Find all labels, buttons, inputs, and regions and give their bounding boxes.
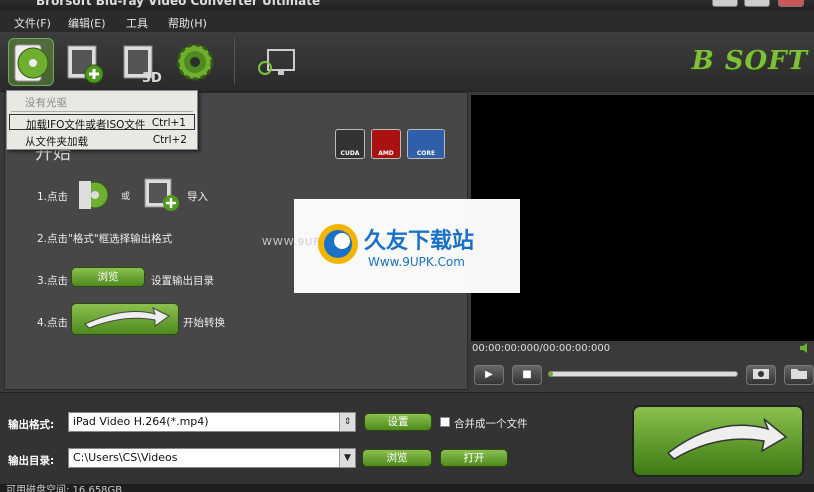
film-arrow-icon xyxy=(84,307,170,329)
film-add-icon xyxy=(67,45,104,84)
load-disc-button[interactable] xyxy=(8,38,54,86)
dropdown-separator xyxy=(11,111,193,112)
step4-suffix: 开始转换 xyxy=(183,317,225,329)
menu-bar: 文件(F) 编辑(E) 工具 帮助(H) xyxy=(0,10,814,32)
disc-icon xyxy=(14,44,49,82)
brand-logo: B SOFT xyxy=(691,46,808,76)
menu-help[interactable]: 帮助(H) xyxy=(168,15,207,31)
timecode: 00:00:00:000/00:00:00:000 xyxy=(472,343,611,354)
menu-item-load-ifo-iso[interactable]: 加载IFO文件或者ISO文件 Ctrl+1 xyxy=(9,114,195,131)
step1-film-add-icon[interactable] xyxy=(143,177,183,213)
monitor-icon xyxy=(258,49,295,75)
format-value: iPad Video H.264(*.mp4) xyxy=(73,415,209,428)
merge-label: 合并成一个文件 xyxy=(454,418,528,430)
dropdown-header: 没有光驱 xyxy=(25,97,67,109)
menu-tools[interactable]: 工具 xyxy=(126,15,148,31)
dir-value: C:\Users\CS\Videos xyxy=(73,451,178,464)
watermark-logo-icon xyxy=(318,224,358,264)
dir-select[interactable]: C:\Users\CS\Videos ▼ xyxy=(68,448,356,468)
toolbar: 3D B SOFT xyxy=(0,32,814,92)
close-button[interactable] xyxy=(778,0,804,7)
step1-or: 或 xyxy=(121,192,131,202)
chevron-down-icon: ▼ xyxy=(339,449,355,467)
step3-browse-button[interactable]: 浏览 xyxy=(71,267,145,287)
menu-file[interactable]: 文件(F) xyxy=(14,15,51,31)
play-button[interactable]: ▶ xyxy=(474,365,504,385)
add-3d-button[interactable]: 3D xyxy=(118,38,164,86)
svg-text:3D: 3D xyxy=(142,71,162,86)
folder-icon xyxy=(791,369,807,379)
browse-button[interactable]: 浏览 xyxy=(362,449,432,467)
step1-prefix: 1.点击 xyxy=(37,191,69,203)
amd-label: AMD xyxy=(378,150,394,157)
stop-button[interactable]: ■ xyxy=(512,365,542,385)
menu-item-load-folder[interactable]: 从文件夹加载 Ctrl+2 xyxy=(9,132,195,148)
output-panel: 输出格式: iPad Video H.264(*.mp4) ⇕ 设置 合并成一个… xyxy=(0,392,814,484)
open-button[interactable]: 打开 xyxy=(440,449,508,467)
network-button[interactable] xyxy=(254,38,300,86)
disk-space: 可用磁盘空间: 16.658GB xyxy=(6,485,123,492)
seek-bar[interactable] xyxy=(548,371,738,377)
maximize-button[interactable] xyxy=(744,0,770,7)
camera-icon xyxy=(753,369,769,379)
settings-button[interactable]: 设置 xyxy=(364,413,432,431)
film-arrow-icon xyxy=(666,418,788,460)
core-label: CORE xyxy=(416,150,436,157)
minimize-button[interactable] xyxy=(712,0,738,7)
menu-item-shortcut: Ctrl+2 xyxy=(152,134,187,146)
open-folder-button[interactable] xyxy=(784,365,814,385)
menu-item-label: 加载IFO文件或者ISO文件 xyxy=(26,119,146,131)
step3-suffix: 设置输出目录 xyxy=(151,275,214,287)
format-label: 输出格式: xyxy=(8,419,55,431)
convert-button[interactable] xyxy=(632,405,804,477)
status-bar: 可用磁盘空间: 16.658GB xyxy=(0,484,814,492)
watermark-url: Www.9UPK.Com xyxy=(368,255,465,269)
load-disc-dropdown: 没有光驱 加载IFO文件或者ISO文件 Ctrl+1 从文件夹加载 Ctrl+2 xyxy=(6,90,198,150)
video-preview xyxy=(471,95,814,341)
merge-checkbox[interactable] xyxy=(440,417,450,427)
dir-label: 输出目录: xyxy=(8,455,55,467)
step4-convert-button[interactable] xyxy=(71,303,179,335)
step1-suffix: 导入 xyxy=(187,191,208,203)
watermark-overlay: WWW.9UPK.COM 久友下载站 Www.9UPK.Com xyxy=(262,199,520,293)
watermark-title: 久友下载站 xyxy=(364,229,475,254)
add-video-button[interactable] xyxy=(62,38,108,86)
settings-button[interactable] xyxy=(172,38,218,86)
chevron-updown-icon: ⇕ xyxy=(339,413,355,431)
cuda-label: CUDA xyxy=(340,150,360,157)
format-select[interactable]: iPad Video H.264(*.mp4) ⇕ xyxy=(68,412,356,432)
step4-prefix: 4.点击 xyxy=(37,317,69,329)
menu-item-shortcut: Ctrl+1 xyxy=(151,117,186,129)
step2-text: 2.点击"格式"框选择输出格式 xyxy=(37,233,173,245)
seek-progress xyxy=(549,372,553,376)
cuda-icon: CUDA xyxy=(335,129,365,159)
step1-disc-icon[interactable] xyxy=(77,179,111,211)
step3-prefix: 3.点击 xyxy=(37,275,69,287)
title-bar: Brorsoft Blu-ray Video Converter Ultimat… xyxy=(0,0,814,10)
toolbar-divider xyxy=(234,38,235,84)
intel-core-icon: CORE xyxy=(407,129,445,159)
menu-item-label: 从文件夹加载 xyxy=(25,136,88,148)
volume-icon[interactable] xyxy=(800,343,810,353)
menu-edit[interactable]: 编辑(E) xyxy=(68,15,106,31)
gear-icon xyxy=(176,43,214,81)
amd-icon: AMD xyxy=(371,129,401,159)
film-3d-icon: 3D xyxy=(123,45,162,86)
snapshot-button[interactable] xyxy=(746,365,776,385)
window-title: Brorsoft Blu-ray Video Converter Ultimat… xyxy=(36,0,321,8)
